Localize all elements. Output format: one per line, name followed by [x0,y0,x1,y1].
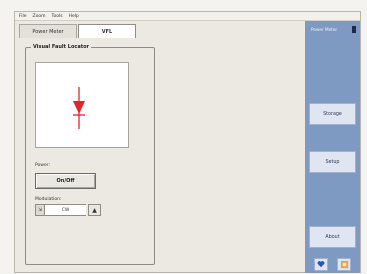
about-button[interactable]: About [309,226,356,248]
right-sidebar: Power Meter Storage Setup About [305,21,360,273]
app-window: File Zoom Tools Help Power Meter VFL Vis… [14,11,361,273]
vfl-status-display [35,62,129,148]
menu-tools[interactable]: Tools [52,12,63,21]
tab-bar: Power Meter VFL [19,24,137,38]
window-button[interactable] [337,257,351,271]
menu-file[interactable]: File [19,12,27,21]
modulation-selector: ⇲ CW ▲ [35,204,101,216]
favorite-button[interactable] [314,257,328,271]
sidebar-header: Power Meter [307,23,358,36]
sidebar-header-marker [352,26,356,33]
heart-icon [317,261,325,268]
storage-button[interactable]: Storage [309,103,356,125]
sidebar-footer [305,255,360,273]
power-onoff-button[interactable]: On/Off [35,173,96,189]
menu-zoom[interactable]: Zoom [33,12,46,21]
tab-vfl[interactable]: VFL [78,24,136,38]
modulation-value: CW [45,204,86,216]
modulation-previous-button[interactable]: ⇲ [35,204,45,216]
modulation-next-button[interactable]: ▲ [88,204,101,216]
menu-help[interactable]: Help [69,12,79,21]
setup-button[interactable]: Setup [309,151,356,173]
menu-bar: File Zoom Tools Help [15,12,360,21]
square-icon [340,260,348,268]
vfl-panel: Visual Fault Locator Power: On/Off Modul… [19,38,304,272]
sidebar-header-label: Power Meter [311,27,338,32]
tab-power-meter[interactable]: Power Meter [19,24,77,38]
laser-indicator-icon [73,87,85,129]
group-title: Visual Fault Locator [31,44,92,50]
vfl-group-box: Visual Fault Locator Power: On/Off Modul… [25,44,155,265]
modulation-label: Modulation: [35,197,62,202]
power-label: Power: [35,163,51,168]
